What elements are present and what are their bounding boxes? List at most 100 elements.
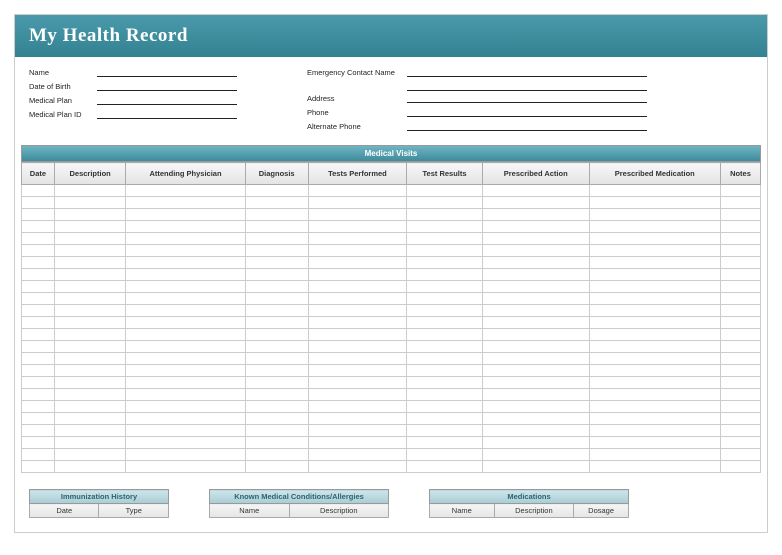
table-cell[interactable] xyxy=(245,329,308,341)
table-cell[interactable] xyxy=(22,365,55,377)
table-cell[interactable] xyxy=(589,305,720,317)
table-cell[interactable] xyxy=(407,281,483,293)
table-cell[interactable] xyxy=(308,257,406,269)
table-cell[interactable] xyxy=(308,233,406,245)
table-cell[interactable] xyxy=(482,437,589,449)
table-cell[interactable] xyxy=(22,281,55,293)
table-cell[interactable] xyxy=(482,281,589,293)
table-cell[interactable] xyxy=(482,233,589,245)
table-cell[interactable] xyxy=(22,305,55,317)
table-cell[interactable] xyxy=(54,221,126,233)
table-cell[interactable] xyxy=(720,257,760,269)
table-cell[interactable] xyxy=(54,305,126,317)
table-cell[interactable] xyxy=(22,329,55,341)
table-cell[interactable] xyxy=(308,425,406,437)
table-cell[interactable] xyxy=(126,257,245,269)
table-cell[interactable] xyxy=(720,389,760,401)
table-cell[interactable] xyxy=(245,209,308,221)
table-cell[interactable] xyxy=(22,449,55,461)
table-cell[interactable] xyxy=(482,209,589,221)
table-cell[interactable] xyxy=(589,269,720,281)
table-cell[interactable] xyxy=(407,317,483,329)
table-cell[interactable] xyxy=(482,389,589,401)
table-cell[interactable] xyxy=(245,257,308,269)
table-cell[interactable] xyxy=(407,353,483,365)
table-cell[interactable] xyxy=(245,245,308,257)
table-cell[interactable] xyxy=(407,329,483,341)
table-cell[interactable] xyxy=(407,209,483,221)
table-cell[interactable] xyxy=(22,185,55,197)
table-cell[interactable] xyxy=(482,353,589,365)
table-cell[interactable] xyxy=(54,209,126,221)
table-cell[interactable] xyxy=(22,245,55,257)
table-cell[interactable] xyxy=(589,425,720,437)
info-input-phone[interactable] xyxy=(407,107,647,117)
table-cell[interactable] xyxy=(245,365,308,377)
table-cell[interactable] xyxy=(407,185,483,197)
table-cell[interactable] xyxy=(308,293,406,305)
table-cell[interactable] xyxy=(54,245,126,257)
table-cell[interactable] xyxy=(407,449,483,461)
table-cell[interactable] xyxy=(22,377,55,389)
table-cell[interactable] xyxy=(720,305,760,317)
table-cell[interactable] xyxy=(720,437,760,449)
table-cell[interactable] xyxy=(589,257,720,269)
table-cell[interactable] xyxy=(126,353,245,365)
table-cell[interactable] xyxy=(589,293,720,305)
table-cell[interactable] xyxy=(308,461,406,473)
table-cell[interactable] xyxy=(482,461,589,473)
table-cell[interactable] xyxy=(589,341,720,353)
table-cell[interactable] xyxy=(245,185,308,197)
table-cell[interactable] xyxy=(482,365,589,377)
table-cell[interactable] xyxy=(407,269,483,281)
table-cell[interactable] xyxy=(126,305,245,317)
table-cell[interactable] xyxy=(407,245,483,257)
table-cell[interactable] xyxy=(126,245,245,257)
table-cell[interactable] xyxy=(589,221,720,233)
table-cell[interactable] xyxy=(22,221,55,233)
table-cell[interactable] xyxy=(22,209,55,221)
table-cell[interactable] xyxy=(720,209,760,221)
table-cell[interactable] xyxy=(720,317,760,329)
table-cell[interactable] xyxy=(407,437,483,449)
table-cell[interactable] xyxy=(126,449,245,461)
table-cell[interactable] xyxy=(720,401,760,413)
table-cell[interactable] xyxy=(589,329,720,341)
table-cell[interactable] xyxy=(482,245,589,257)
table-cell[interactable] xyxy=(54,437,126,449)
table-cell[interactable] xyxy=(482,305,589,317)
table-cell[interactable] xyxy=(589,401,720,413)
table-cell[interactable] xyxy=(482,221,589,233)
table-cell[interactable] xyxy=(482,401,589,413)
table-cell[interactable] xyxy=(245,449,308,461)
table-cell[interactable] xyxy=(54,425,126,437)
table-cell[interactable] xyxy=(22,353,55,365)
table-cell[interactable] xyxy=(308,413,406,425)
table-cell[interactable] xyxy=(589,317,720,329)
table-cell[interactable] xyxy=(22,293,55,305)
table-cell[interactable] xyxy=(22,389,55,401)
table-cell[interactable] xyxy=(126,401,245,413)
table-cell[interactable] xyxy=(54,185,126,197)
table-cell[interactable] xyxy=(589,281,720,293)
table-cell[interactable] xyxy=(407,293,483,305)
table-cell[interactable] xyxy=(482,269,589,281)
table-cell[interactable] xyxy=(407,365,483,377)
table-cell[interactable] xyxy=(720,377,760,389)
table-cell[interactable] xyxy=(589,449,720,461)
table-cell[interactable] xyxy=(54,269,126,281)
table-cell[interactable] xyxy=(54,293,126,305)
table-cell[interactable] xyxy=(308,209,406,221)
table-cell[interactable] xyxy=(589,209,720,221)
table-cell[interactable] xyxy=(308,389,406,401)
table-cell[interactable] xyxy=(482,377,589,389)
table-cell[interactable] xyxy=(720,461,760,473)
table-cell[interactable] xyxy=(589,245,720,257)
table-cell[interactable] xyxy=(126,437,245,449)
table-cell[interactable] xyxy=(245,425,308,437)
table-cell[interactable] xyxy=(22,461,55,473)
table-cell[interactable] xyxy=(589,437,720,449)
table-cell[interactable] xyxy=(54,365,126,377)
table-cell[interactable] xyxy=(308,353,406,365)
table-cell[interactable] xyxy=(589,413,720,425)
